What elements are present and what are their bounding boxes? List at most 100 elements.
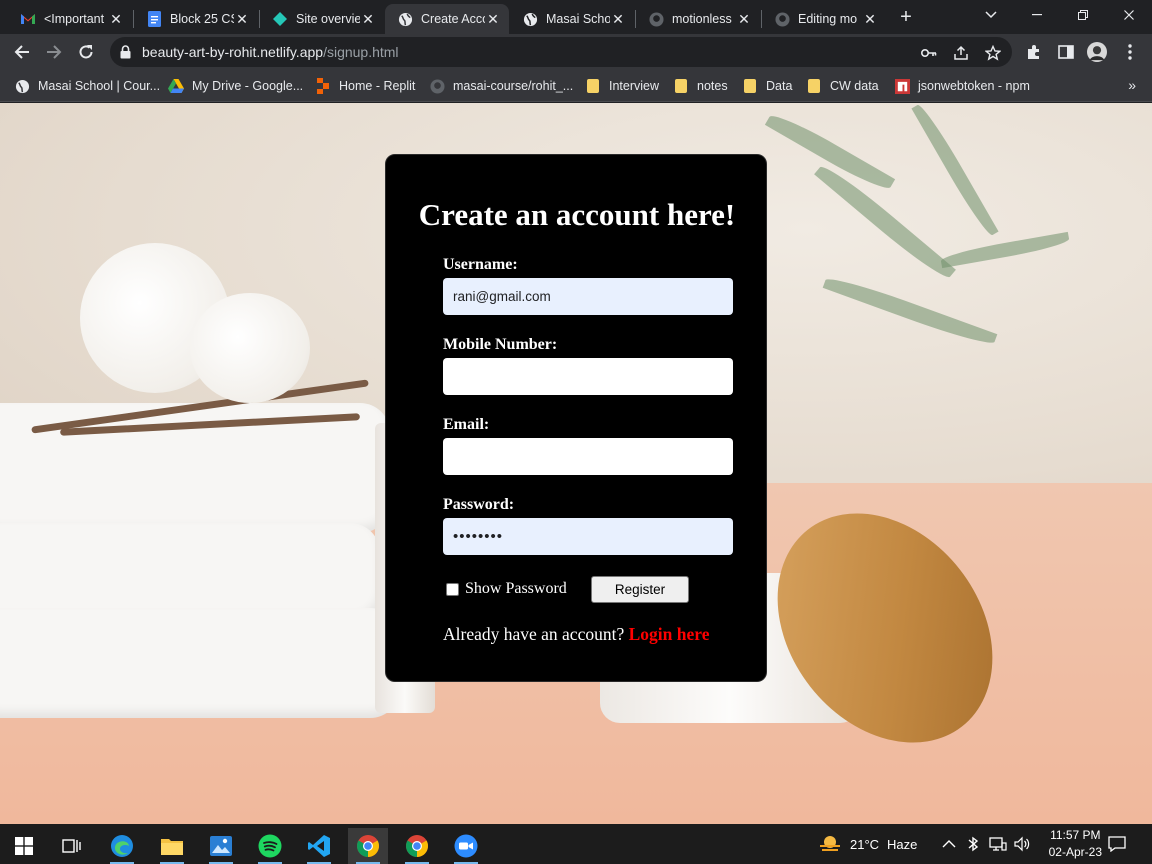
mobile-number-input[interactable]: [443, 358, 733, 395]
google-docs-icon: [146, 11, 162, 27]
bookmark-label: notes: [697, 79, 728, 93]
more-bookmarks-button[interactable]: »: [1128, 77, 1136, 93]
browser-toolbar: beauty-art-by-rohit.netlify.app/signup.h…: [0, 34, 1152, 70]
new-tab-button[interactable]: +: [895, 6, 917, 28]
bookmark-label: jsonwebtoken - npm: [918, 79, 1030, 93]
zoom-icon[interactable]: [446, 828, 486, 864]
weather-widget[interactable]: 21°C Haze: [818, 824, 917, 864]
minimize-button[interactable]: [1014, 0, 1060, 30]
bookmark-masai-school[interactable]: Masai School | Cour...: [14, 77, 160, 95]
key-icon[interactable]: [920, 44, 938, 62]
side-panel-icon[interactable]: [1056, 42, 1076, 62]
back-button[interactable]: [8, 38, 36, 66]
chrome-menu-icon[interactable]: [1120, 42, 1140, 62]
lock-icon[interactable]: [120, 45, 131, 64]
close-tab-icon[interactable]: ✕: [610, 11, 626, 27]
spotify-icon[interactable]: [250, 828, 290, 864]
extensions-icon[interactable]: [1024, 42, 1044, 62]
github-icon: [429, 78, 445, 94]
close-window-button[interactable]: [1106, 0, 1152, 30]
bookmark-folder-cw-data[interactable]: CW data: [806, 77, 879, 95]
network-icon[interactable]: [989, 824, 1007, 864]
reload-button[interactable]: [72, 38, 100, 66]
forward-button[interactable]: [40, 38, 68, 66]
show-password-toggle[interactable]: Show Password: [446, 580, 567, 598]
tab-title: Create Acco: [421, 12, 485, 26]
windows-taskbar: 21°C Haze 11:57 PM 02-Apr-23: [0, 824, 1152, 864]
show-hidden-icons-button[interactable]: [942, 824, 956, 864]
folder-icon: [673, 78, 689, 94]
system-clock[interactable]: 11:57 PM 02-Apr-23: [1049, 827, 1102, 861]
clock-time: 11:57 PM: [1050, 828, 1101, 842]
close-tab-icon[interactable]: ✕: [485, 11, 501, 27]
npm-icon: [894, 78, 910, 94]
page-viewport: Create an account here! Username: Mobile…: [0, 103, 1152, 824]
password-label: Password:: [443, 496, 515, 513]
bookmark-jsonwebtoken[interactable]: jsonwebtoken - npm: [894, 77, 1030, 95]
bookmark-label: Masai School | Cour...: [38, 79, 161, 93]
tab-editing[interactable]: Editing mo ✕: [762, 4, 886, 34]
chrome-icon-active[interactable]: [348, 828, 388, 864]
login-link[interactable]: Login here: [629, 624, 710, 644]
replit-icon: [315, 78, 331, 94]
bookmark-star-icon[interactable]: [984, 44, 1002, 62]
tab-docs[interactable]: Block 25 CS ✕: [134, 4, 258, 34]
bookmarks-bar: Masai School | Cour... My Drive - Google…: [0, 70, 1152, 102]
globe-icon: [397, 11, 413, 27]
netlify-icon: [272, 11, 288, 27]
globe-icon: [14, 78, 30, 94]
close-tab-icon[interactable]: ✕: [360, 11, 376, 27]
bluetooth-icon[interactable]: [965, 824, 981, 864]
email-input[interactable]: [443, 438, 733, 475]
photos-icon[interactable]: [201, 828, 241, 864]
file-explorer-icon[interactable]: [152, 828, 192, 864]
tab-title: motionless: [672, 12, 732, 26]
tab-masai[interactable]: Masai Scho ✕: [510, 4, 634, 34]
address-bar[interactable]: beauty-art-by-rohit.netlify.app/signup.h…: [110, 37, 1012, 67]
bookmark-folder-notes[interactable]: notes: [673, 77, 728, 95]
share-icon[interactable]: [952, 44, 970, 62]
mobile-number-label: Mobile Number:: [443, 336, 558, 353]
bookmark-label: CW data: [830, 79, 879, 93]
password-input[interactable]: [443, 518, 733, 555]
start-button[interactable]: [4, 828, 44, 864]
bookmark-label: masai-course/rohit_...: [453, 79, 574, 93]
username-input[interactable]: [443, 278, 733, 315]
towel: [0, 608, 400, 718]
bookmark-folder-data[interactable]: Data: [742, 77, 792, 95]
url-text[interactable]: beauty-art-by-rohit.netlify.app/signup.h…: [142, 44, 399, 60]
tab-gmail[interactable]: <Important ✕: [8, 4, 132, 34]
close-tab-icon[interactable]: ✕: [736, 11, 752, 27]
folder-icon: [806, 78, 822, 94]
tab-create-account[interactable]: Create Acco ✕: [385, 4, 509, 34]
notifications-button[interactable]: [1108, 824, 1126, 864]
bookmark-my-drive[interactable]: My Drive - Google...: [168, 77, 303, 95]
bookmark-replit[interactable]: Home - Replit: [315, 77, 415, 95]
github-icon: [648, 11, 664, 27]
task-view-icon[interactable]: [52, 828, 92, 864]
chrome-profile-icon[interactable]: [397, 828, 437, 864]
profile-avatar[interactable]: [1087, 42, 1107, 62]
close-tab-icon[interactable]: ✕: [234, 11, 250, 27]
show-password-checkbox[interactable]: [446, 582, 459, 596]
bookmark-label: My Drive - Google...: [192, 79, 304, 93]
tab-netlify[interactable]: Site overvie ✕: [260, 4, 384, 34]
close-tab-icon[interactable]: ✕: [108, 11, 124, 27]
vscode-icon[interactable]: [299, 828, 339, 864]
bookmark-masai-course[interactable]: masai-course/rohit_...: [429, 77, 573, 95]
tab-strip: <Important ✕ Block 25 CS ✕ Site overvie …: [0, 0, 1152, 34]
tab-motionless[interactable]: motionless ✕: [636, 4, 760, 34]
bookmark-label: Data: [766, 79, 793, 93]
edge-icon[interactable]: [102, 828, 142, 864]
restore-button[interactable]: [1060, 0, 1106, 30]
github-icon: [774, 11, 790, 27]
globe-icon: [522, 11, 538, 27]
tab-search-button[interactable]: [968, 0, 1014, 30]
close-tab-icon[interactable]: ✕: [862, 11, 878, 27]
tab-title: Editing mo: [798, 12, 858, 26]
register-button[interactable]: Register: [591, 576, 689, 603]
volume-icon[interactable]: [1013, 824, 1031, 864]
bookmark-folder-interview[interactable]: Interview: [585, 77, 659, 95]
username-label: Username:: [443, 256, 518, 273]
email-label: Email:: [443, 416, 490, 433]
